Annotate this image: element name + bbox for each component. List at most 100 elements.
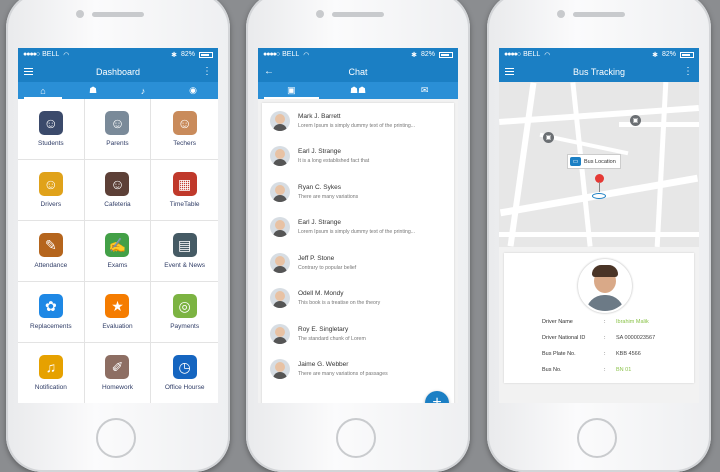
dashboard-tile[interactable]: ▤ Event & News: [151, 221, 218, 282]
info-separator: :: [604, 319, 606, 325]
info-separator: :: [604, 367, 606, 373]
info-key: Bus Plate No.: [542, 351, 576, 357]
chat-name: Jaime G. Webber: [298, 361, 349, 369]
info-row: Driver National ID: SA 0000023567: [542, 335, 655, 341]
dashboard-tile[interactable]: ☺ Drivers: [18, 160, 85, 221]
tab-users[interactable]: ☗: [68, 82, 118, 99]
dashboard-tile-label: Techers: [173, 140, 197, 147]
clipboard-icon: ✎: [38, 233, 63, 257]
phone-chat: ●●●●○ BELL ◠ ✱ 82% ← Chat ▣ ☗☗ ✉ Mark J.…: [246, 0, 470, 472]
dashboard-tile[interactable]: ☺ Parents: [84, 99, 152, 160]
more-options-icon[interactable]: ⋮: [683, 66, 693, 77]
tab-notifications[interactable]: ♪: [118, 82, 168, 99]
carrier-label: BELL: [42, 51, 60, 58]
dashboard-tile[interactable]: ♫ Notification: [18, 343, 85, 403]
bus-icon: ▭: [570, 157, 581, 166]
dashboard-tile[interactable]: ◷ Office Hourse: [151, 343, 218, 403]
tab-home[interactable]: ⌂: [18, 82, 68, 99]
info-value: BN 01: [616, 367, 632, 373]
group-icon: ✿: [38, 294, 63, 318]
home-button[interactable]: [96, 418, 136, 458]
chat-preview: Lorem Ipsum is simply dummy text of the …: [298, 122, 416, 129]
clock-icon: ◷: [172, 355, 197, 379]
app-bar: ← Chat: [258, 61, 458, 82]
dashboard-tile-label: Attendance: [34, 262, 68, 269]
dashboard-tile[interactable]: ★ Evaluation: [84, 282, 152, 343]
dashboard-tile[interactable]: ▦ TimeTable: [151, 160, 218, 221]
dashboard-tile[interactable]: ☺ Cafeteria: [84, 160, 152, 221]
chef-icon: ☺: [105, 172, 130, 196]
tab-contacts[interactable]: ▣: [258, 82, 325, 99]
dashboard-tile-label: Homework: [101, 384, 134, 391]
dashboard-tile[interactable]: ✎ Attendance: [18, 221, 85, 282]
dashboard-tile-label: Replacements: [30, 323, 72, 330]
camera: [76, 10, 84, 18]
chat-row[interactable]: Odell M. Mondy This book is a treatise on…: [262, 281, 454, 317]
info-row: Bus Plate No.: KBB 4566: [542, 351, 641, 357]
info-value: Ibrahim Malik: [616, 319, 649, 325]
info-row: Bus No.: BN 01: [542, 367, 631, 373]
chat-row[interactable]: Earl J. Strange It is a long established …: [262, 139, 454, 175]
dashboard-tile-label: Evaluation: [102, 323, 133, 330]
more-options-icon[interactable]: ⋮: [202, 66, 212, 77]
dashboard-tile-label: TimeTable: [169, 201, 200, 208]
chat-preview: The standard chunk of Lorem: [298, 335, 366, 342]
dashboard-tile[interactable]: ◎ Payments: [151, 282, 218, 343]
chat-row[interactable]: Roy E. Singletary The standard chunk of L…: [262, 316, 454, 352]
dashboard-tile-label: Students: [37, 140, 64, 147]
info-separator: :: [604, 351, 606, 357]
dashboard-tile[interactable]: ✐ Homework: [85, 343, 152, 403]
bus-location-label: Bus Location: [584, 158, 616, 165]
bluetooth-icon: ✱: [652, 51, 658, 59]
home-button[interactable]: [577, 418, 617, 458]
chat-row[interactable]: Jaime G. Webber There are many variations…: [262, 352, 454, 388]
chat-row[interactable]: Mark J. Barrett Lorem Ipsum is simply dum…: [262, 103, 454, 139]
home-button[interactable]: [336, 418, 376, 458]
chat-list: Mark J. Barrett Lorem Ipsum is simply dum…: [262, 103, 454, 403]
chat-preview: It is a long established fact that: [298, 158, 370, 165]
add-chat-button[interactable]: +: [425, 391, 449, 403]
menu-button[interactable]: [505, 68, 515, 75]
chat-row[interactable]: Jeff P. Stone Contrary to popular belief: [262, 245, 454, 281]
map-road: [499, 232, 699, 237]
avatar: [270, 146, 290, 167]
dashboard-tile[interactable]: ☺ Students: [18, 99, 85, 160]
info-key: Driver National ID: [542, 335, 586, 341]
location-pin-icon[interactable]: [595, 174, 604, 192]
map-view[interactable]: ▣ ▣ ▭ Bus Location: [499, 82, 699, 247]
signal-icon: ●●●●○: [23, 51, 40, 58]
tab-groups[interactable]: ☗☗: [325, 82, 392, 99]
status-bar: ●●●●○ BELL ◠ ✱ 82%: [258, 48, 458, 61]
avatar: [270, 217, 290, 238]
bus-location-marker[interactable]: ▭ Bus Location: [567, 154, 621, 169]
bell-icon: ♫: [38, 355, 63, 379]
chat-row[interactable]: Ryan C. Sykes There are many variations: [262, 174, 454, 210]
signal-icon: ●●●●○: [263, 51, 280, 58]
driver-icon: ☺: [38, 172, 63, 196]
dashboard-tile-label: Cafeteria: [104, 201, 131, 208]
bus-stop-icon[interactable]: ▣: [543, 132, 554, 143]
bus-stop-icon[interactable]: ▣: [630, 115, 641, 126]
avatar: [270, 181, 290, 202]
bluetooth-icon: ✱: [171, 51, 177, 59]
menu-button[interactable]: [24, 68, 34, 75]
tab-messages[interactable]: ✉: [391, 82, 458, 99]
dashboard-tile[interactable]: ✍ Exams: [84, 221, 152, 282]
info-value: SA 0000023567: [616, 335, 656, 341]
back-arrow-icon[interactable]: ←: [264, 66, 274, 77]
dashboard-tile[interactable]: ☺ Techers: [151, 99, 218, 160]
chat-row[interactable]: Earl J. Strange Lorem Ipsum is simply dum…: [262, 210, 454, 246]
driver-avatar: [578, 259, 632, 313]
chat-name: Jeff P. Stone: [298, 254, 335, 262]
chat-screen: ●●●●○ BELL ◠ ✱ 82% ← Chat ▣ ☗☗ ✉ Mark J.…: [258, 48, 458, 403]
dashboard-tile[interactable]: ✿ Replacements: [18, 282, 85, 343]
chat-preview: Contrary to popular belief: [298, 264, 357, 271]
speaker: [92, 12, 144, 17]
avatar: [270, 288, 290, 309]
info-key: Driver Name: [542, 319, 573, 325]
tab-profile[interactable]: ◉: [168, 82, 218, 99]
chat-bubble-icon: ✉: [420, 85, 429, 95]
student-icon: ☺: [38, 111, 63, 135]
map-road: [507, 82, 537, 247]
dashboard-tile-label: Drivers: [40, 201, 62, 208]
